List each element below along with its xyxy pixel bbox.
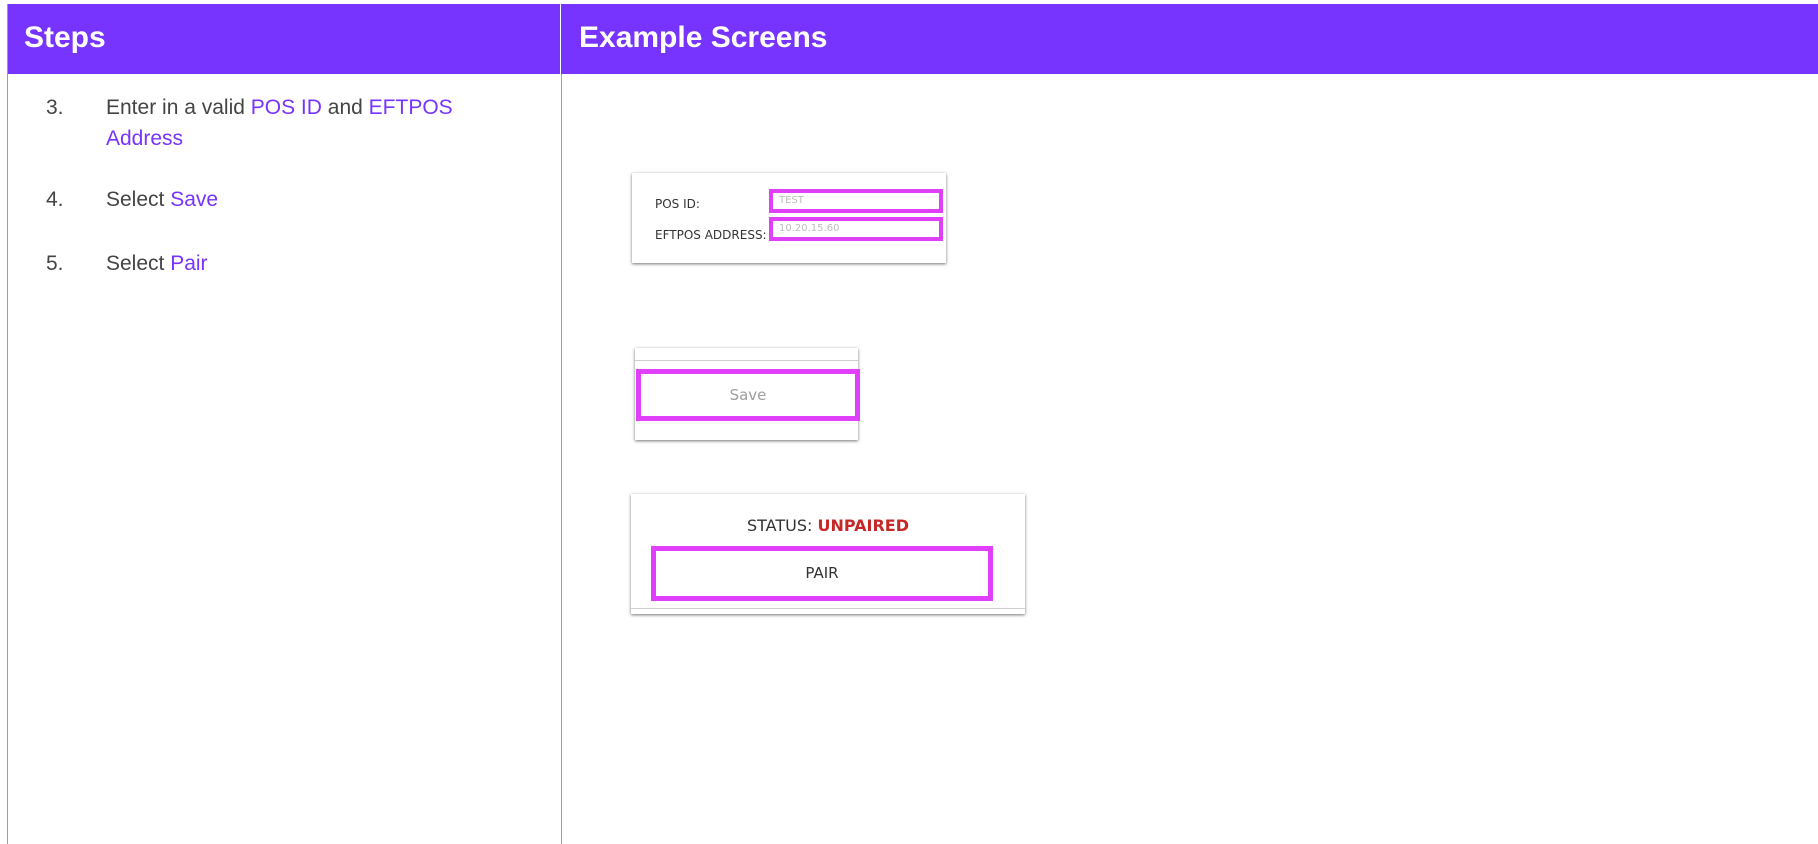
- step-text-pre: Select: [106, 252, 171, 275]
- column-divider: [561, 74, 562, 844]
- step-highlight-pair: Pair: [170, 252, 208, 275]
- step-text: Select Pair: [106, 248, 506, 279]
- pairing-status: STATUS: UNPAIRED: [631, 516, 1025, 535]
- pair-button[interactable]: PAIR: [651, 546, 993, 601]
- eftpos-address-label: EFTPOS ADDRESS:: [655, 228, 767, 242]
- step-text-pre: Select: [106, 188, 171, 211]
- example-screen-pairing: STATUS: UNPAIRED PAIR: [631, 494, 1025, 614]
- pos-id-field[interactable]: TEST: [769, 189, 943, 213]
- steps-column-heading: Steps: [24, 21, 106, 54]
- divider-line: [631, 608, 1025, 609]
- header-divider: [560, 4, 561, 74]
- step-text: Enter in a valid POS ID and EFTPOS Addre…: [106, 92, 506, 154]
- pos-id-label: POS ID:: [655, 197, 700, 211]
- step-number: 5.: [46, 252, 64, 275]
- steps-table: Steps Example Screens 3. Enter in a vali…: [7, 4, 1818, 844]
- eftpos-address-field[interactable]: 10.20.15.60: [769, 217, 943, 241]
- step-highlight-save: Save: [170, 188, 219, 211]
- step-text-mid: and: [321, 96, 369, 119]
- save-button[interactable]: Save: [636, 369, 860, 421]
- step-highlight-pos-id: POS ID: [250, 96, 322, 119]
- divider-line: [635, 360, 858, 361]
- example-screen-save: Save: [635, 348, 860, 440]
- example-screens-column-heading: Example Screens: [579, 21, 828, 54]
- step-number: 4.: [46, 188, 64, 211]
- example-screen-config-form: POS ID: TEST EFTPOS ADDRESS: 10.20.15.60: [632, 173, 946, 263]
- table-header: Steps Example Screens: [8, 4, 1818, 74]
- step-number: 3.: [46, 96, 64, 119]
- step-text-pre: Enter in a valid: [106, 96, 251, 119]
- status-value: UNPAIRED: [817, 516, 910, 535]
- step-text: Select Save: [106, 184, 506, 215]
- status-label: STATUS:: [746, 516, 813, 535]
